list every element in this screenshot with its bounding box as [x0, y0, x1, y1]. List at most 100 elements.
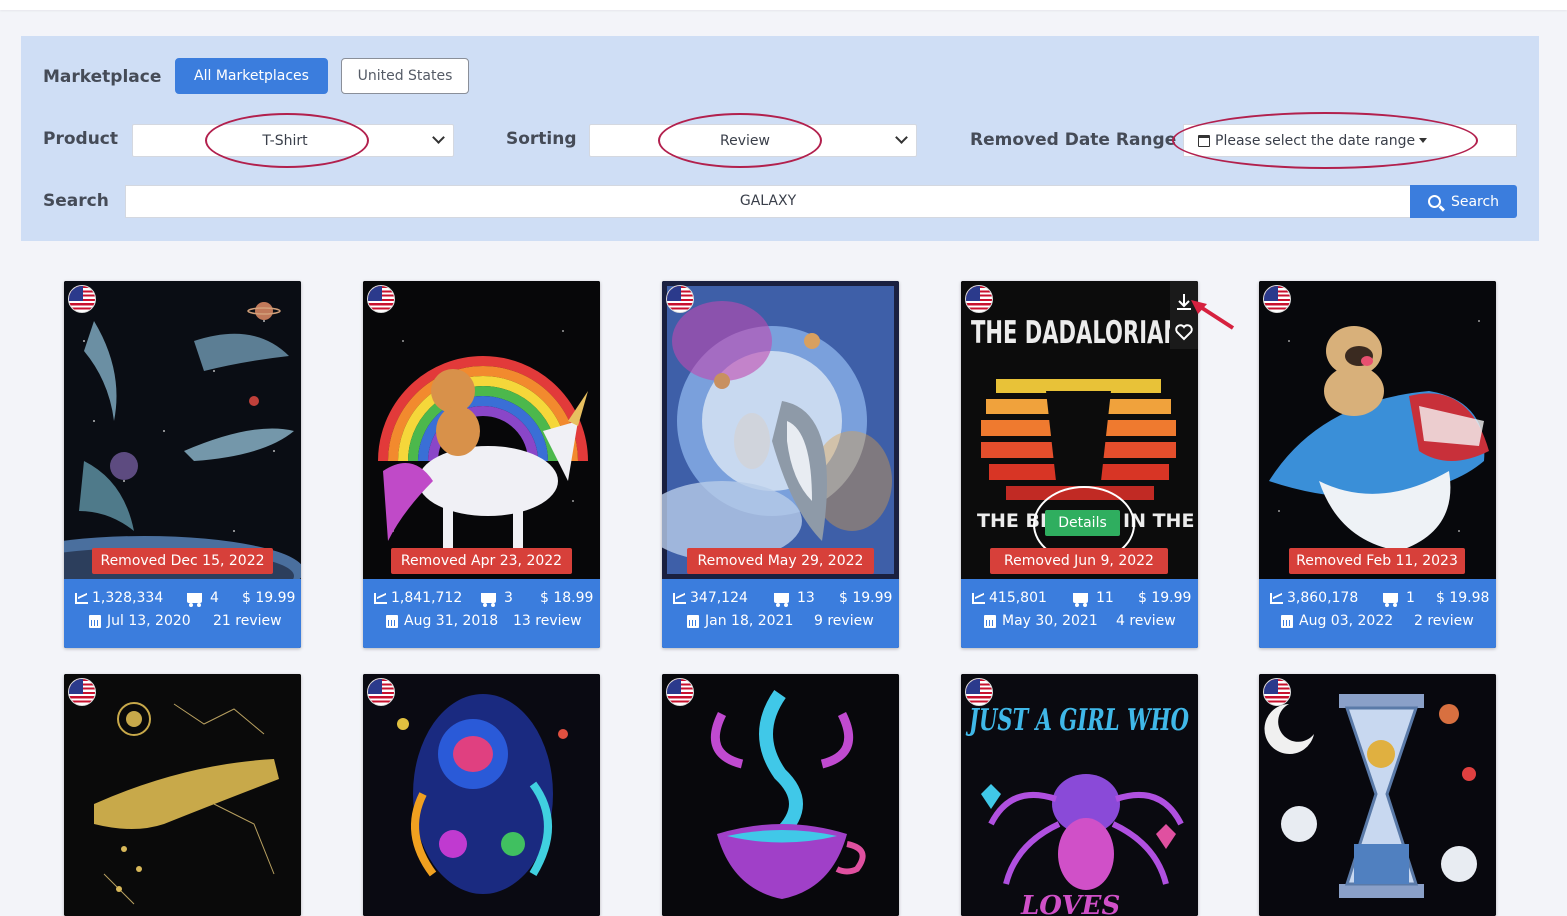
review-count: 9 review [814, 613, 874, 629]
calendar-icon [984, 614, 996, 628]
price: $ 18.99 [540, 590, 594, 606]
details-button[interactable]: Details [1045, 510, 1120, 536]
product-card[interactable]: THE DADALORIAN THE BE IN THE Details Rem… [961, 281, 1198, 648]
artwork-line-2: IN THE [1123, 510, 1194, 532]
marketplace-label: Marketplace [43, 67, 162, 87]
top-bar [0, 0, 1567, 10]
sorting-select-value: Review [720, 132, 770, 149]
sales-count: 3 [481, 590, 513, 607]
product-stats: 415,801 11 $ 19.99 May 30, 2021 4 review [961, 579, 1198, 648]
calendar-icon [89, 614, 101, 628]
product-card[interactable]: Removed Dec 15, 2022 1,328,334 4 $ 19.99… [64, 281, 301, 648]
product-card[interactable] [662, 674, 899, 916]
product-image [363, 281, 600, 579]
chart-icon [972, 592, 985, 604]
product-card[interactable] [1259, 674, 1496, 916]
publish-date: Jan 18, 2021 [687, 613, 793, 629]
product-image: JUST A GIRL WHO LOVES [961, 674, 1198, 916]
calendar-icon [386, 614, 398, 628]
calendar-icon [1198, 134, 1210, 147]
publish-date: Jul 13, 2020 [89, 613, 191, 629]
caret-down-icon [1419, 138, 1428, 143]
us-flag-icon [68, 678, 96, 706]
price: $ 19.98 [1436, 590, 1490, 606]
removed-date-badge: Removed May 29, 2022 [687, 548, 874, 574]
sorting-select[interactable]: Review [589, 124, 917, 157]
search-label: Search [43, 191, 109, 211]
bsr-rank: 347,124 [673, 590, 748, 606]
cart-icon [187, 593, 202, 607]
artwork-text: JUST A GIRL WHO [965, 703, 1189, 738]
sales-count: 4 [187, 590, 219, 607]
chevron-down-icon [432, 131, 445, 144]
us-flag-icon [68, 285, 96, 313]
product-image [64, 281, 301, 579]
all-marketplaces-button[interactable]: All Marketplaces [175, 58, 328, 94]
cart-icon [774, 593, 789, 607]
review-count: 21 review [213, 613, 282, 629]
product-card[interactable] [64, 674, 301, 916]
removed-date-badge: Removed Jun 9, 2022 [990, 548, 1168, 574]
artwork-text-bottom: LOVES [1020, 891, 1120, 916]
removed-date-badge: Removed Apr 23, 2022 [391, 548, 572, 574]
product-card[interactable]: Removed May 29, 2022 347,124 13 $ 19.99 … [662, 281, 899, 648]
bsr-rank: 1,328,334 [75, 590, 163, 606]
chart-icon [1270, 592, 1283, 604]
us-flag-icon [666, 678, 694, 706]
chart-icon [673, 592, 686, 604]
us-flag-icon [1263, 678, 1291, 706]
publish-date: May 30, 2021 [984, 613, 1098, 629]
sales-count: 1 [1383, 590, 1415, 607]
artwork-title: THE DADALORIAN [971, 315, 1181, 351]
cart-icon [1383, 593, 1398, 607]
us-flag-icon [367, 678, 395, 706]
chart-icon [374, 592, 387, 604]
review-count: 4 review [1116, 613, 1176, 629]
calendar-icon [1281, 614, 1293, 628]
product-stats: 1,841,712 3 $ 18.99 Aug 31, 2018 13 revi… [363, 579, 600, 648]
chevron-down-icon [895, 131, 908, 144]
product-stats: 347,124 13 $ 19.99 Jan 18, 2021 9 review [662, 579, 899, 648]
search-button[interactable]: Search [1410, 185, 1517, 218]
product-stats: 3,860,178 1 $ 19.98 Aug 03, 2022 2 revie… [1259, 579, 1496, 648]
review-count: 2 review [1414, 613, 1474, 629]
product-select-value: T-Shirt [262, 132, 308, 149]
product-image [363, 674, 600, 916]
red-arrow-icon [1191, 300, 1235, 330]
product-select[interactable]: T-Shirt [132, 124, 454, 157]
product-card[interactable]: Removed Feb 11, 2023 3,860,178 1 $ 19.98… [1259, 281, 1496, 648]
product-image [662, 281, 899, 579]
price: $ 19.99 [1138, 590, 1192, 606]
product-image [662, 674, 899, 916]
us-flag-icon [1263, 285, 1291, 313]
date-range-placeholder: Please select the date range [1215, 132, 1416, 149]
search-button-label: Search [1450, 193, 1500, 210]
removed-date-badge: Removed Dec 15, 2022 [92, 548, 273, 574]
publish-date: Aug 03, 2022 [1281, 613, 1393, 629]
sales-count: 11 [1073, 590, 1114, 607]
us-flag-icon [666, 285, 694, 313]
sorting-label: Sorting [506, 129, 577, 149]
chart-icon [75, 592, 88, 604]
calendar-icon [687, 614, 699, 628]
us-flag-icon [367, 285, 395, 313]
price: $ 19.99 [242, 590, 296, 606]
us-flag-icon [965, 285, 993, 313]
removed-date-badge: Removed Feb 11, 2023 [1289, 548, 1465, 574]
united-states-button[interactable]: United States [341, 58, 469, 94]
product-card[interactable]: Removed Apr 23, 2022 1,841,712 3 $ 18.99… [363, 281, 600, 648]
search-input[interactable]: GALAXY [125, 185, 1411, 218]
date-range-label: Removed Date Range [970, 130, 1177, 150]
price: $ 19.99 [839, 590, 893, 606]
product-card[interactable]: JUST A GIRL WHO LOVES [961, 674, 1198, 916]
bsr-rank: 1,841,712 [374, 590, 462, 606]
bsr-rank: 415,801 [972, 590, 1047, 606]
sales-count: 13 [774, 590, 815, 607]
product-card[interactable] [363, 674, 600, 916]
product-image [1259, 674, 1496, 916]
cart-icon [1073, 593, 1088, 607]
product-image [1259, 281, 1496, 579]
review-count: 13 review [513, 613, 582, 629]
date-range-input[interactable]: Please select the date range [1183, 124, 1517, 157]
search-icon [1427, 195, 1441, 208]
